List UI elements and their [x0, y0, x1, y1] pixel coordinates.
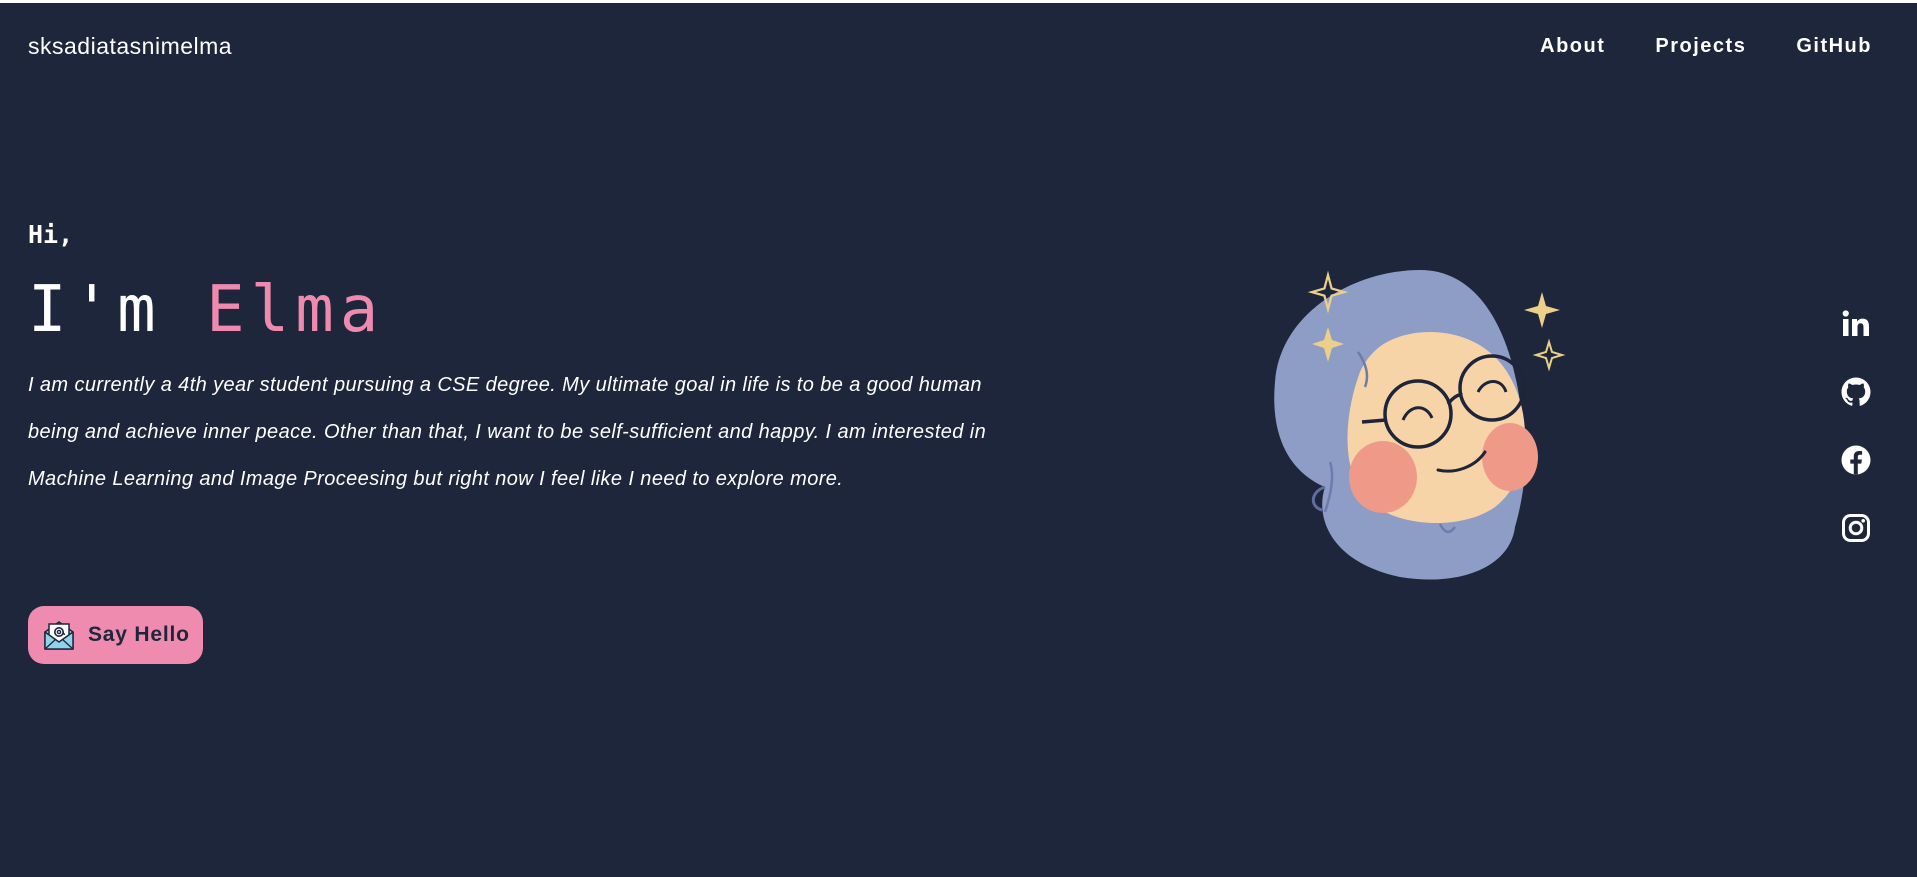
avatar-illustration — [1270, 262, 1570, 582]
brand-logo-text[interactable]: sksadiatasnimelma — [28, 33, 232, 60]
hero-bio: I am currently a 4th year student pursui… — [28, 374, 987, 490]
hero-intro-prefix: I'm — [28, 273, 207, 347]
instagram-icon[interactable] — [1840, 512, 1872, 544]
top-nav: About Projects GitHub — [1490, 35, 1872, 58]
nav-link-projects[interactable]: Projects — [1655, 35, 1746, 58]
say-hello-label: Say Hello — [88, 623, 190, 646]
nav-link-github[interactable]: GitHub — [1796, 35, 1872, 58]
hero-name: Elma — [206, 273, 385, 347]
top-border — [0, 0, 1917, 3]
hero-greeting: Hi, — [28, 220, 74, 249]
facebook-icon[interactable] — [1840, 444, 1872, 476]
linkedin-icon[interactable] — [1840, 308, 1872, 340]
hero-headline: I'm Elma — [28, 270, 384, 350]
github-icon[interactable] — [1840, 376, 1872, 408]
say-hello-button[interactable]: Say Hello — [28, 606, 203, 664]
social-links — [1840, 308, 1872, 544]
nav-link-about[interactable]: About — [1540, 35, 1605, 58]
envelope-at-icon — [42, 618, 76, 652]
